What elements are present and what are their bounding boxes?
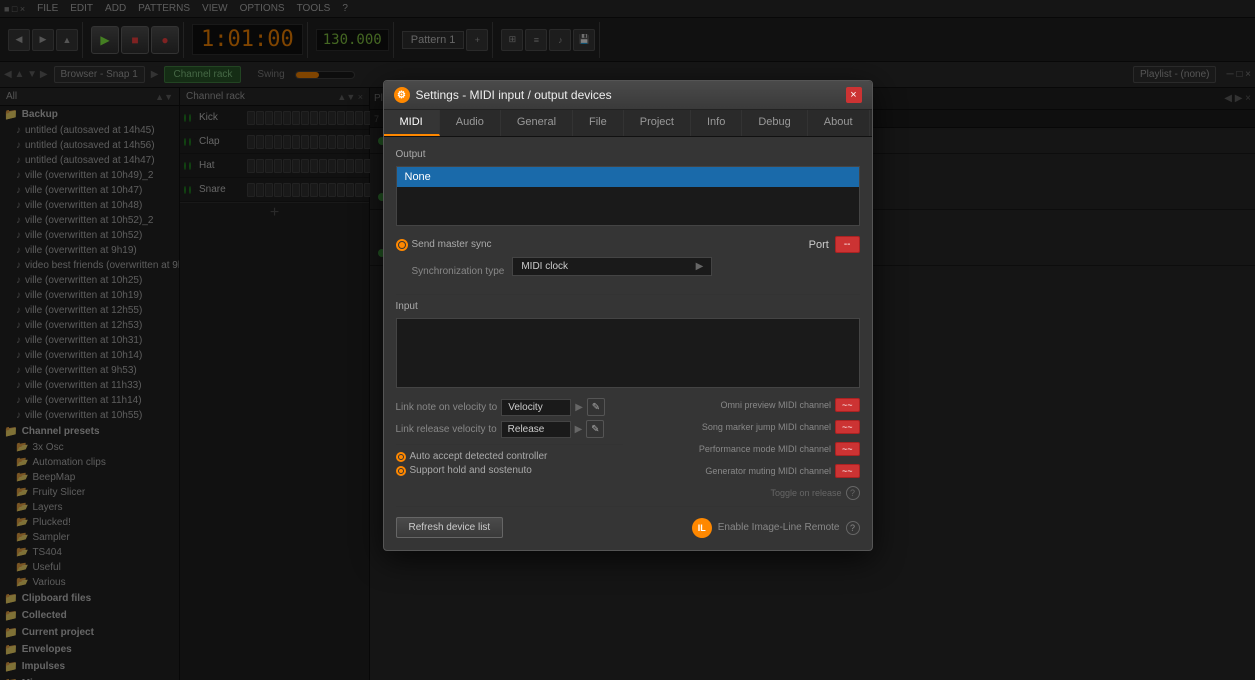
- enable-remote-label: Enable Image-Line Remote: [718, 522, 840, 533]
- sync-row: Send master sync Port --: [396, 236, 860, 253]
- enable-remote-info[interactable]: ?: [846, 521, 860, 535]
- refresh-device-list-btn[interactable]: Refresh device list: [396, 517, 504, 538]
- sync-type-row: Synchronization type MIDI clock ▶: [396, 257, 860, 286]
- tab-debug[interactable]: Debug: [742, 110, 807, 136]
- support-hold-row: Support hold and sostenuto: [396, 465, 623, 476]
- modal-close-btn[interactable]: ×: [846, 87, 862, 103]
- song-marker-label: Song marker jump MIDI channel: [702, 422, 831, 432]
- image-line-logo: IL: [692, 518, 712, 538]
- modal-overlay: ⚙ Settings - MIDI input / output devices…: [0, 0, 1255, 680]
- sync-type-chevron: ▶: [696, 261, 704, 272]
- divider-3: [396, 506, 860, 507]
- sync-type-selector[interactable]: MIDI clock ▶: [512, 257, 712, 276]
- tab-general[interactable]: General: [501, 110, 573, 136]
- toggle-on-release-label: Toggle on release: [770, 488, 841, 498]
- port-btn[interactable]: --: [835, 236, 860, 253]
- modal-title: ⚙ Settings - MIDI input / output devices: [394, 87, 612, 103]
- performance-mode-label: Performance mode MIDI channel: [699, 444, 831, 454]
- bottom-two-col: Link note on velocity to Velocity ▶ ✎ Li…: [396, 398, 860, 500]
- modal-body: Output None Send master sync Port -- Syn…: [384, 137, 872, 550]
- song-marker-btn[interactable]: ~~: [835, 420, 860, 434]
- link-note-row: Link note on velocity to Velocity ▶ ✎: [396, 398, 623, 416]
- generator-muting-label: Generator muting MIDI channel: [705, 466, 831, 476]
- output-item-none[interactable]: None: [397, 167, 859, 187]
- col-left: Link note on velocity to Velocity ▶ ✎ Li…: [396, 398, 623, 500]
- settings-modal: ⚙ Settings - MIDI input / output devices…: [383, 80, 873, 551]
- send-master-sync-label: Send master sync: [412, 239, 492, 250]
- output-list[interactable]: None: [396, 166, 860, 226]
- tab-info[interactable]: Info: [691, 110, 742, 136]
- link-note-arrow: ▶: [575, 402, 583, 413]
- send-master-sync-option[interactable]: Send master sync: [396, 239, 492, 251]
- auto-accept-row: Auto accept detected controller: [396, 451, 623, 462]
- col-right: Omni preview MIDI channel ~~ Song marker…: [633, 398, 860, 500]
- modal-tabs: MIDI Audio General File Project Info Deb…: [384, 110, 872, 137]
- toggle-on-release-info[interactable]: ?: [846, 486, 860, 500]
- performance-mode-btn[interactable]: ~~: [835, 442, 860, 456]
- link-release-row: Link release velocity to Release ▶ ✎: [396, 420, 623, 438]
- tab-about[interactable]: About: [808, 110, 870, 136]
- output-section-label: Output: [396, 149, 860, 160]
- link-release-edit-btn[interactable]: ✎: [586, 420, 604, 438]
- tab-project[interactable]: Project: [624, 110, 691, 136]
- link-release-label: Link release velocity to: [396, 424, 497, 435]
- omni-preview-row: Omni preview MIDI channel ~~: [720, 398, 859, 412]
- input-area[interactable]: [396, 318, 860, 388]
- sync-type-label: Synchronization type: [412, 266, 505, 277]
- port-row: Port --: [809, 236, 860, 253]
- song-marker-row: Song marker jump MIDI channel ~~: [702, 420, 860, 434]
- input-section-label: Input: [396, 301, 860, 312]
- image-line-remote-row: IL Enable Image-Line Remote ?: [692, 518, 860, 538]
- divider-2: [396, 444, 623, 445]
- support-hold-label: Support hold and sostenuto: [410, 465, 532, 476]
- omni-preview-btn[interactable]: ~~: [835, 398, 860, 412]
- performance-mode-row: Performance mode MIDI channel ~~: [699, 442, 860, 456]
- tab-midi[interactable]: MIDI: [384, 110, 440, 136]
- link-release-arrow: ▶: [575, 424, 583, 435]
- auto-accept-radio[interactable]: [396, 452, 406, 462]
- bottom-row: Refresh device list IL Enable Image-Line…: [396, 513, 860, 538]
- modal-titlebar: ⚙ Settings - MIDI input / output devices…: [384, 81, 872, 110]
- support-hold-radio[interactable]: [396, 466, 406, 476]
- link-note-label: Link note on velocity to: [396, 402, 498, 413]
- tab-audio[interactable]: Audio: [440, 110, 501, 136]
- link-note-edit-btn[interactable]: ✎: [587, 398, 605, 416]
- divider-1: [396, 294, 860, 295]
- modal-title-text: Settings - MIDI input / output devices: [416, 88, 612, 102]
- modal-title-icon: ⚙: [394, 87, 410, 103]
- generator-muting-row: Generator muting MIDI channel ~~: [705, 464, 859, 478]
- port-label: Port: [809, 239, 829, 251]
- link-release-value[interactable]: Release: [501, 421, 571, 438]
- omni-preview-label: Omni preview MIDI channel: [720, 400, 831, 410]
- sync-type-value: MIDI clock: [521, 261, 568, 272]
- link-note-value[interactable]: Velocity: [501, 399, 571, 416]
- auto-accept-label: Auto accept detected controller: [410, 451, 548, 462]
- send-master-sync-radio[interactable]: [396, 239, 408, 251]
- tab-file[interactable]: File: [573, 110, 624, 136]
- generator-muting-btn[interactable]: ~~: [835, 464, 860, 478]
- toggle-on-release-row: Toggle on release ?: [770, 486, 859, 500]
